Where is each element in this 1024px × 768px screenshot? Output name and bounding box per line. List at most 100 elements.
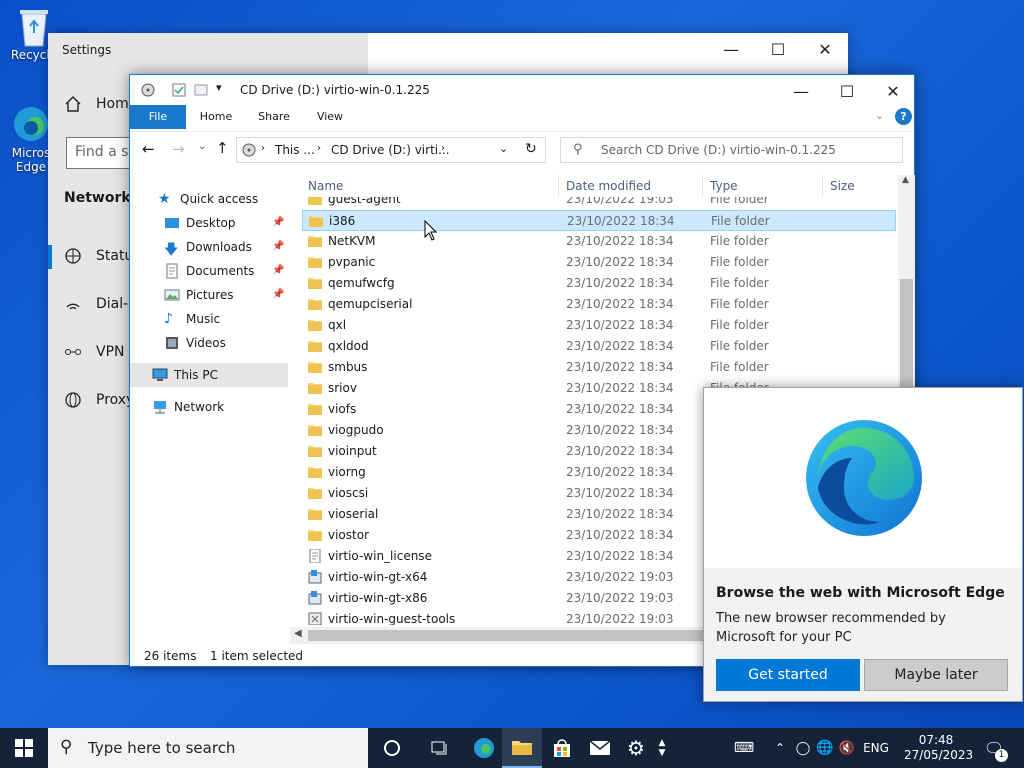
file-name: vioinput [328, 444, 377, 458]
taskbar-settings-icon[interactable]: ⚙ [616, 728, 656, 768]
help-icon[interactable]: ? [895, 108, 912, 125]
column-header-date[interactable]: Date modified [566, 175, 651, 197]
ribbon-expand-icon[interactable]: ⌄ [875, 109, 884, 122]
recent-locations-icon[interactable]: ⌄ [198, 141, 206, 152]
minimize-button[interactable]: — [778, 75, 824, 107]
maybe-later-button[interactable]: Maybe later [864, 659, 1008, 691]
search-input[interactable]: ⚲ Search CD Drive (D:) virtio-win-0.1.22… [560, 137, 903, 163]
close-button[interactable]: ✕ [870, 75, 916, 107]
refresh-icon[interactable]: ↻ [525, 141, 537, 157]
system-tray: ⌨ ⌃ ◯ 🌐 🔇 ENG 07:48 27/05/2023 🗨 1 [732, 728, 1012, 768]
nav-videos[interactable]: Videos [130, 331, 288, 355]
settings-item-proxy[interactable]: Proxy [64, 391, 134, 409]
file-row[interactable]: i386 23/10/2022 18:34 File folder [302, 210, 896, 231]
tab-view[interactable]: View [306, 105, 354, 129]
new-folder-icon[interactable] [194, 83, 208, 100]
folder-icon [308, 339, 322, 353]
edge-promo-heading: Browse the web with Microsoft Edge [716, 585, 1005, 601]
settings-item-dialup[interactable]: Dial-u [64, 295, 137, 313]
column-header-name[interactable]: Name [308, 175, 343, 197]
nav-music[interactable]: ♪ Music [130, 307, 288, 331]
column-header-size[interactable]: Size [830, 175, 855, 197]
back-button[interactable]: ← [142, 140, 155, 158]
keyboard-icon[interactable]: ⌨ [732, 740, 756, 756]
file-name: virtio-win-gt-x86 [328, 591, 428, 605]
edge-promo-header [704, 388, 1022, 568]
nav-this-pc[interactable]: This PC [130, 363, 288, 387]
column-divider [558, 175, 559, 197]
maximize-button[interactable]: ☐ [824, 75, 870, 107]
clock[interactable]: 07:48 27/05/2023 [904, 733, 973, 763]
network-status-icon[interactable]: 🌐 [814, 740, 836, 756]
tray-overflow-icon[interactable]: ⌃ [768, 741, 792, 755]
settings-home[interactable]: Home [64, 95, 137, 113]
file-name: viorng [328, 465, 366, 479]
file-name: i386 [329, 214, 356, 228]
cortana-icon[interactable] [372, 728, 412, 768]
file-date: 23/10/2022 18:34 [566, 486, 674, 500]
people-icon[interactable]: ◯ [792, 741, 814, 756]
item-count: 26 items [144, 649, 197, 663]
maximize-button[interactable]: ☐ [755, 33, 801, 65]
nav-network[interactable]: Network [130, 395, 288, 419]
nav-desktop[interactable]: Desktop 📌 [130, 211, 288, 235]
file-row[interactable]: guest-agent 23/10/2022 19:03 File folder [302, 197, 896, 210]
folder-icon [308, 423, 322, 437]
taskbar-mail-icon[interactable] [580, 728, 620, 768]
minimize-button[interactable]: — [708, 33, 754, 65]
nav-downloads[interactable]: 🡇 Downloads 📌 [130, 235, 288, 259]
tab-file[interactable]: File [130, 105, 186, 129]
computer-icon [152, 367, 168, 383]
file-name: viostor [328, 528, 370, 542]
scroll-up-icon[interactable]: ▲ [902, 175, 909, 185]
vpn-icon [64, 343, 82, 361]
file-row[interactable]: smbus 23/10/2022 18:34 File folder [302, 357, 896, 378]
breadcrumb-this-pc[interactable]: This ... [275, 143, 315, 157]
taskbar-file-explorer-icon[interactable] [502, 728, 542, 768]
column-header-type[interactable]: Type [710, 175, 738, 197]
breadcrumb-cd-drive[interactable]: CD Drive (D:) virti... [331, 143, 450, 157]
scroll-left-icon[interactable]: ◀ [294, 628, 302, 639]
breadcrumb-sep-icon: › [261, 143, 265, 154]
file-row[interactable]: NetKVM 23/10/2022 18:34 File folder [302, 231, 896, 252]
task-view-icon[interactable] [420, 728, 460, 768]
taskbar-edge-icon[interactable] [464, 728, 504, 768]
folder-icon [308, 528, 322, 542]
volume-muted-icon[interactable]: 🔇 [836, 741, 858, 756]
language-indicator[interactable]: ENG [858, 741, 894, 755]
file-row[interactable]: qemufwcfg 23/10/2022 18:34 File folder [302, 273, 896, 294]
nav-pictures[interactable]: Pictures 📌 [130, 283, 288, 307]
file-row[interactable]: qxldod 23/10/2022 18:34 File folder [302, 336, 896, 357]
file-row[interactable]: pvpanic 23/10/2022 18:34 File folder [302, 252, 896, 273]
forward-button[interactable]: → [172, 140, 185, 158]
nav-quick-access[interactable]: ★ Quick access [130, 187, 288, 211]
folder-icon [308, 276, 322, 290]
taskbar-search-input[interactable]: ⚲ Type here to search [48, 728, 368, 768]
file-row[interactable]: qxl 23/10/2022 18:34 File folder [302, 315, 896, 336]
address-bar[interactable]: › This ... › CD Drive (D:) virti... › ⌄ … [236, 137, 546, 163]
properties-icon[interactable] [172, 83, 186, 100]
address-dropdown-icon[interactable]: ⌄ [499, 142, 508, 155]
drive-icon [241, 142, 257, 161]
get-started-button[interactable]: Get started [716, 659, 860, 691]
show-more-icon[interactable]: ▲ ▼ [652, 728, 672, 768]
notification-icon[interactable]: 🗨 1 [976, 739, 1012, 762]
tab-share[interactable]: Share [250, 105, 298, 129]
file-date: 23/10/2022 18:34 [566, 339, 674, 353]
drive-icon [140, 82, 156, 101]
file-row[interactable]: qemupciserial 23/10/2022 18:34 File folder [302, 294, 896, 315]
file-type: File folder [710, 276, 769, 290]
start-button[interactable] [4, 728, 44, 768]
folder-icon [308, 402, 322, 416]
scrollbar-thumb[interactable] [900, 279, 913, 389]
taskbar-store-icon[interactable] [542, 728, 582, 768]
music-icon: ♪ [164, 311, 173, 327]
nav-documents[interactable]: Documents 📌 [130, 259, 288, 283]
file-name: virtio-win-gt-x64 [328, 570, 428, 584]
settings-item-vpn[interactable]: VPN [64, 343, 125, 361]
up-button[interactable]: ↑ [216, 139, 229, 157]
close-button[interactable]: ✕ [802, 33, 848, 65]
quick-access-dropdown-icon[interactable]: ▾ [216, 81, 222, 94]
tab-home[interactable]: Home [192, 105, 240, 129]
sort-up-icon: ⌃ [426, 175, 434, 176]
